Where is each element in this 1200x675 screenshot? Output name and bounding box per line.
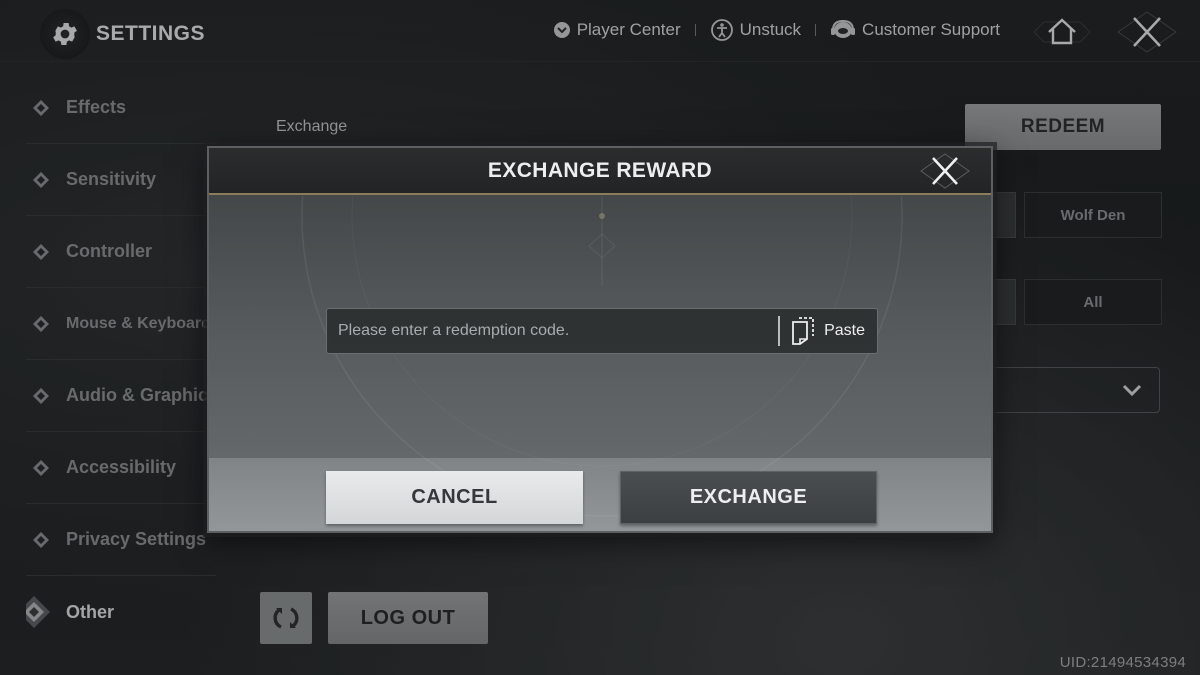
paste-icon — [792, 317, 814, 345]
exchange-reward-dialog: EXCHANGE REWARD Paste CANCEL EXCHANGE — [207, 146, 993, 533]
paste-button[interactable]: Paste — [780, 309, 877, 353]
exchange-button[interactable]: EXCHANGE — [620, 471, 877, 524]
cancel-button[interactable]: CANCEL — [326, 471, 583, 524]
close-icon — [920, 153, 970, 189]
dialog-header: EXCHANGE REWARD — [209, 148, 991, 195]
paste-label: Paste — [824, 322, 865, 339]
redemption-code-input[interactable] — [327, 309, 779, 353]
redemption-code-field: Paste — [326, 308, 878, 354]
dialog-title: EXCHANGE REWARD — [487, 158, 713, 182]
dialog-close-button[interactable] — [919, 151, 971, 191]
